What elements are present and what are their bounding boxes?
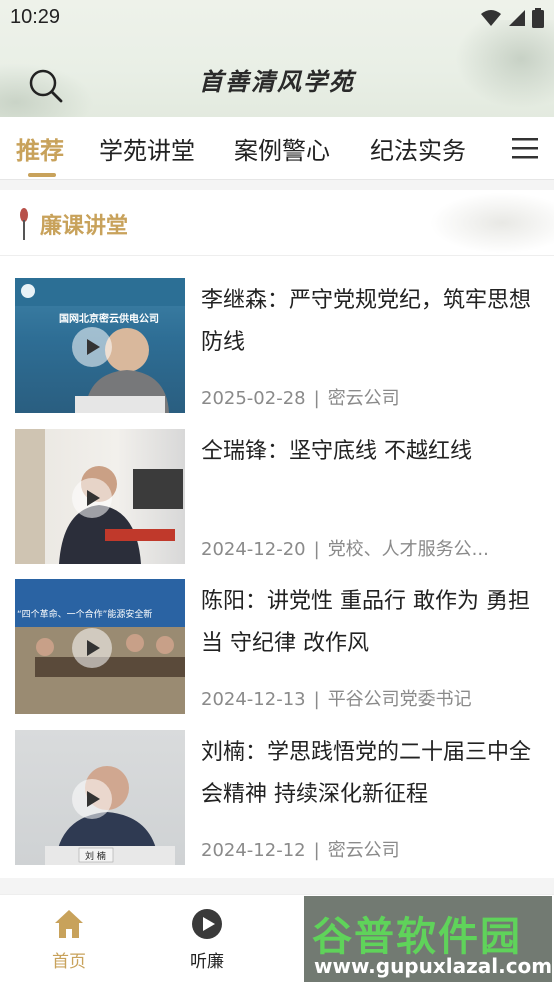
watermark-url: www.gupuxlazal.com: [314, 954, 553, 978]
meta-separator: |: [313, 689, 320, 710]
status-time: 10:29: [10, 6, 61, 28]
item-date: 2024-12-12: [201, 840, 306, 861]
thumbnail-caption: 刘 楠: [85, 852, 106, 862]
app-title: 首善清风学苑: [199, 67, 355, 96]
thumbnail-caption: “四个革命、一个合作”能源安全新: [17, 610, 153, 620]
lecture-section: 廉课讲堂 国网北京密云供电公司 李继森：严守党规党纪，筑牢思想防线 2025-0…: [0, 190, 554, 878]
list-item[interactable]: 仝瑞锋：坚守底线 不越红线 2024-12-20 | 党校、人才服务公...: [0, 429, 554, 569]
item-meta: 2025-02-28 | 密云公司: [201, 384, 531, 410]
play-circle-icon: [192, 909, 222, 939]
play-button[interactable]: [72, 628, 112, 668]
meta-separator: |: [313, 388, 320, 409]
item-date: 2024-12-20: [201, 539, 306, 560]
item-source: 党校、人才服务公...: [327, 539, 489, 560]
play-icon: [87, 339, 100, 355]
nav-listen[interactable]: 听廉: [162, 907, 252, 972]
item-source: 平谷公司党委书记: [327, 689, 472, 710]
status-icons: [480, 8, 544, 28]
tab-academy-lectures[interactable]: 学苑讲堂: [99, 131, 195, 166]
brush-icon: [20, 208, 28, 240]
status-bar: 10:29: [0, 0, 554, 38]
item-source: 密云公司: [327, 388, 400, 409]
item-date: 2025-02-28: [201, 388, 306, 409]
item-meta: 2024-12-12 | 密云公司: [201, 836, 531, 862]
category-tabs: 推荐 学苑讲堂 案例警心 纪法实务: [0, 117, 554, 180]
meta-separator: |: [313, 539, 320, 560]
video-thumbnail[interactable]: [15, 429, 185, 564]
play-button[interactable]: [72, 779, 112, 819]
section-title: 廉课讲堂: [40, 214, 129, 239]
menu-icon: [512, 138, 538, 159]
list-item[interactable]: 国网北京密云供电公司 李继森：严守党规党纪，筑牢思想防线 2025-02-28 |…: [0, 278, 554, 418]
tabs-menu-button[interactable]: [512, 136, 538, 160]
tab-case-warnings[interactable]: 案例警心: [234, 131, 330, 166]
flower-decoration: [424, 190, 554, 255]
nav-home[interactable]: 首页: [24, 907, 114, 972]
play-icon: [87, 791, 100, 807]
item-title[interactable]: 李继森：严守党规党纪，筑牢思想防线: [201, 280, 531, 364]
thumbnail-caption: 国网北京密云供电公司: [59, 314, 159, 325]
battery-icon: [532, 8, 544, 28]
tab-recommend[interactable]: 推荐: [16, 131, 64, 166]
meta-separator: |: [313, 840, 320, 861]
list-item[interactable]: “四个革命、一个合作”能源安全新 陈阳：讲党性 重品行 敢作为 勇担当 守纪律 …: [0, 579, 554, 719]
wifi-icon: [481, 10, 501, 26]
app-header: 10:29 首善清风学苑: [0, 0, 554, 117]
item-meta: 2024-12-13 | 平谷公司党委书记: [201, 685, 531, 711]
item-title[interactable]: 仝瑞锋：坚守底线 不越红线: [201, 431, 531, 473]
nav-home-label: 首页: [52, 952, 86, 972]
home-icon: [55, 910, 83, 938]
item-title[interactable]: 刘楠：学思践悟党的二十届三中全会精神 持续深化新征程: [201, 732, 531, 816]
video-thumbnail[interactable]: 刘 楠: [15, 730, 185, 865]
play-icon: [87, 490, 100, 506]
play-button[interactable]: [72, 327, 112, 367]
item-date: 2024-12-13: [201, 689, 306, 710]
tab-law-practice[interactable]: 纪法实务: [370, 131, 466, 166]
section-header: 廉课讲堂: [0, 190, 554, 256]
item-source: 密云公司: [327, 840, 400, 861]
video-thumbnail[interactable]: “四个革命、一个合作”能源安全新: [15, 579, 185, 714]
list-item[interactable]: 刘 楠 刘楠：学思践悟党的二十届三中全会精神 持续深化新征程 2024-12-1…: [0, 730, 554, 870]
play-icon: [87, 640, 100, 656]
nav-listen-label: 听廉: [190, 952, 224, 972]
item-title[interactable]: 陈阳：讲党性 重品行 敢作为 勇担当 守纪律 改作风: [201, 581, 531, 665]
play-button[interactable]: [72, 478, 112, 518]
active-tab-indicator: [28, 173, 56, 177]
signal-icon: [509, 10, 525, 26]
video-thumbnail[interactable]: 国网北京密云供电公司: [15, 278, 185, 413]
watermark-logo: 谷普软件园 www.gupuxlazal.com: [304, 896, 552, 982]
item-meta: 2024-12-20 | 党校、人才服务公...: [201, 535, 531, 561]
